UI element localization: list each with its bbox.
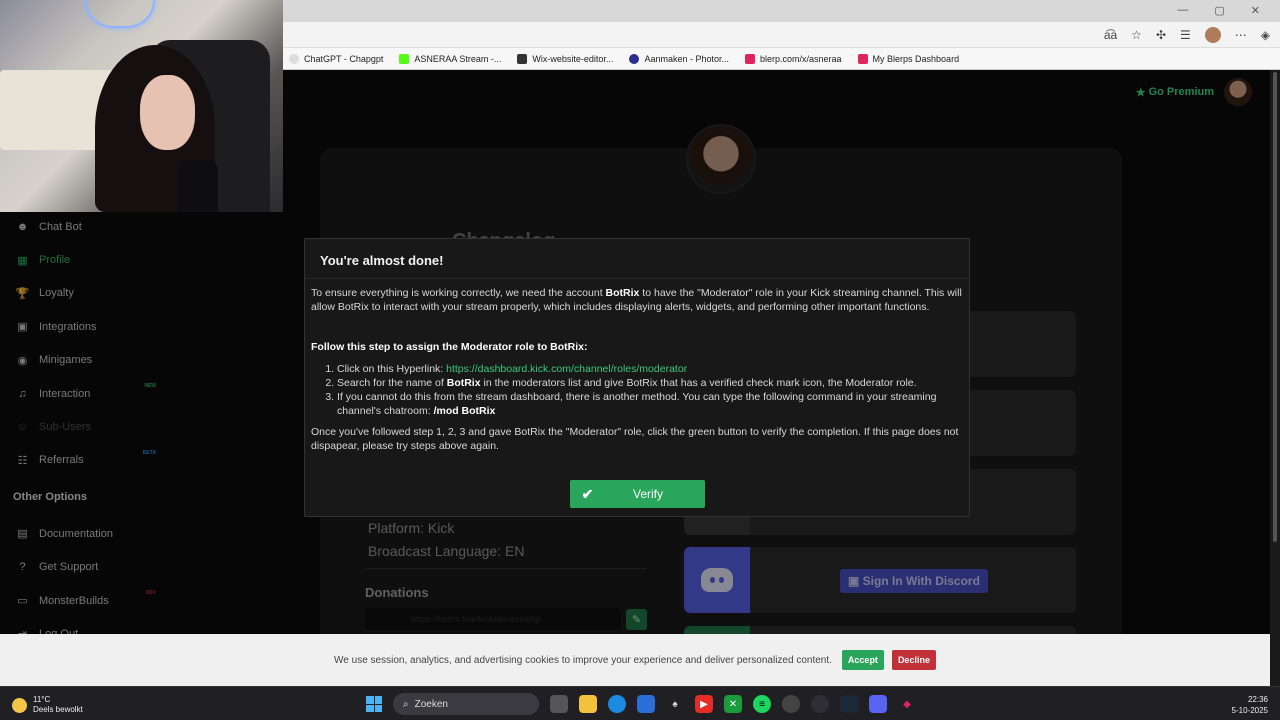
app-icon[interactable] [782, 695, 800, 713]
file-explorer-icon[interactable] [579, 695, 597, 713]
extensions-icon[interactable]: ✣ [1156, 28, 1166, 42]
spotify-icon[interactable]: ≡ [753, 695, 771, 713]
webcam-overlay [0, 0, 283, 212]
steps-list: Click on this Hyperlink: https://dashboa… [311, 362, 963, 418]
search-icon: ⌕ [403, 698, 409, 710]
chatgpt-icon [289, 53, 299, 64]
bookmark-kick[interactable]: ASNERAA Stream -... [399, 53, 501, 64]
bookmark-blerps-dashboard[interactable]: My Blerps Dashboard [857, 53, 959, 64]
decline-cookies-button[interactable]: Decline [891, 650, 936, 670]
maximize-icon[interactable]: ▢ [1214, 4, 1224, 17]
moderator-setup-modal: You're almost done! To ensure everything… [304, 238, 970, 517]
windows-taskbar: 11°C Deels bewolkt ⌕ Zoeken ♠ ▶ ✕ ≡ ◆ 22:3… [0, 686, 1280, 720]
favorites-icon[interactable]: ☰ [1180, 28, 1191, 42]
blerp-icon [744, 53, 755, 64]
weather-widget[interactable]: 11°C Deels bewolkt [12, 695, 83, 715]
edge-icon[interactable] [608, 695, 626, 713]
close-icon[interactable]: ✕ [1251, 4, 1260, 17]
obs-icon[interactable] [811, 695, 829, 713]
modal-body: To ensure everything is working correctl… [305, 279, 969, 453]
discord-taskbar-icon[interactable] [869, 695, 887, 713]
photoroom-icon [629, 53, 640, 64]
page-scrollbar[interactable] [1270, 70, 1280, 686]
taskbar-search[interactable]: ⌕ Zoeken [393, 693, 539, 715]
task-view-icon[interactable] [550, 695, 568, 713]
address-bar-row: a͡a ☆ ✣ ☰ ⋯ ◈ [283, 22, 1280, 48]
minimize-icon[interactable]: — [1177, 4, 1188, 17]
bookmark-chatgpt[interactable]: ChatGPT - Chapgpt [289, 53, 383, 64]
step-1: Click on this Hyperlink: https://dashboa… [337, 362, 963, 376]
steam-icon[interactable] [840, 695, 858, 713]
alien-app-icon[interactable]: ♠ [666, 695, 684, 713]
moderator-roles-link[interactable]: https://dashboard.kick.com/channel/roles… [446, 363, 687, 375]
outro-text: Once you've followed step 1, 2, 3 and ga… [311, 426, 959, 452]
steps-heading: Follow this step to assign the Moderator… [311, 341, 588, 353]
store-icon[interactable] [637, 695, 655, 713]
windows-start-icon[interactable] [366, 696, 382, 712]
cookie-banner: We use session, analytics, and advertisi… [0, 634, 1270, 686]
system-clock[interactable]: 22:36 5-10-2025 [1232, 694, 1268, 716]
bookmark-wix[interactable]: Wix-website-editor... [517, 53, 613, 64]
blerp-taskbar-icon[interactable]: ◆ [898, 695, 916, 713]
favorite-star-icon[interactable]: ☆ [1131, 28, 1142, 42]
step-2: Search for the name of BotRix in the mod… [337, 376, 963, 390]
bookmarks-bar: ChatGPT - Chapgpt ASNERAA Stream -... Wi… [283, 48, 1280, 70]
bookmark-blerp[interactable]: blerp.com/x/asneraa [744, 53, 842, 64]
wix-icon [517, 53, 528, 64]
profile-avatar[interactable] [1204, 27, 1221, 43]
taskbar-apps: ⌕ Zoeken ♠ ▶ ✕ ≡ ◆ [366, 693, 916, 715]
copilot-icon[interactable]: ◈ [1261, 28, 1270, 42]
accept-cookies-button[interactable]: Accept [841, 650, 884, 670]
blerp-icon [857, 53, 868, 64]
verify-button[interactable]: ✔ Verify [570, 480, 705, 508]
intro-text: To ensure everything is working correctl… [311, 287, 962, 313]
cookie-text: We use session, analytics, and advertisi… [334, 654, 832, 666]
read-aloud-icon[interactable]: a͡a [1104, 28, 1117, 42]
weather-icon [12, 697, 27, 713]
more-icon[interactable]: ⋯ [1235, 28, 1247, 42]
xbox-icon[interactable]: ✕ [724, 695, 742, 713]
modal-title: You're almost done! [305, 239, 969, 279]
youtube-icon[interactable]: ▶ [695, 695, 713, 713]
kick-icon [399, 53, 410, 64]
window-controls: — ▢ ✕ [1177, 4, 1260, 17]
step-3: If you cannot do this from the stream da… [337, 390, 963, 418]
bookmark-photoroom[interactable]: Aanmaken - Photor... [629, 53, 729, 64]
check-icon: ✔ [581, 485, 594, 502]
